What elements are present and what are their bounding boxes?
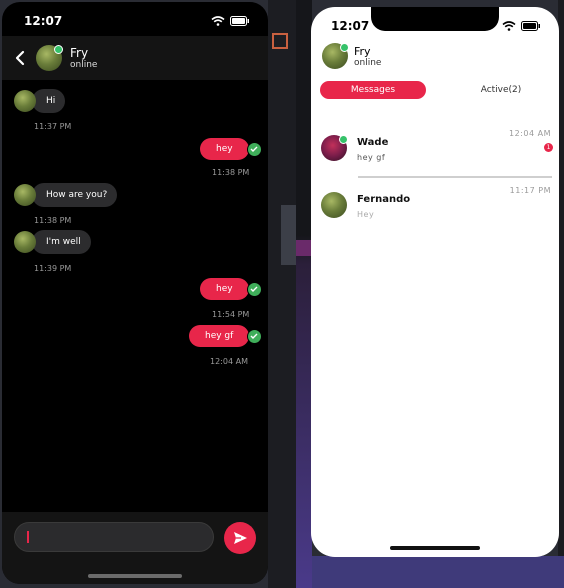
online-indicator	[54, 45, 63, 54]
profile-name: Fry	[354, 45, 371, 58]
avatar	[14, 90, 36, 112]
tab-messages[interactable]: Messages	[320, 81, 426, 99]
battery-icon	[230, 16, 249, 26]
avatar[interactable]	[36, 45, 63, 71]
back-icon[interactable]	[12, 48, 30, 68]
contact-name: Fry	[70, 46, 89, 60]
avatar[interactable]	[322, 43, 349, 69]
desktop-background	[268, 0, 296, 588]
desktop-panel	[281, 205, 296, 265]
message-incoming: Hi	[14, 88, 66, 114]
conversation-item[interactable]: 11:17 PM Fernando Hey	[311, 186, 559, 236]
conversation-name: Fernando	[357, 194, 411, 205]
chat-screen: 12:07 Fry online Hi 11:37 PM hey 11:38 P…	[2, 2, 268, 584]
wifi-icon	[502, 21, 516, 31]
online-indicator	[339, 135, 348, 144]
message-timestamp: 11:38 PM	[212, 168, 250, 177]
checkmark-icon	[246, 281, 262, 297]
conversation-time: 11:17 PM	[509, 186, 551, 195]
status-icons	[211, 16, 250, 26]
message-timestamp: 11:37 PM	[34, 122, 72, 131]
message-bubble: hey	[200, 278, 249, 300]
status-icons	[502, 21, 541, 31]
tab-active[interactable]: Active(2)	[451, 81, 551, 99]
message-timestamp: 11:38 PM	[34, 216, 72, 225]
message-incoming: I'm well	[14, 229, 91, 255]
status-bar: 12:07	[2, 14, 268, 34]
home-indicator	[88, 574, 182, 578]
text-caret	[27, 531, 29, 543]
desktop-background-gradient	[296, 0, 312, 588]
message-incoming: How are you?	[14, 182, 118, 208]
message-outgoing: hey	[200, 278, 262, 300]
battery-icon	[521, 21, 540, 31]
online-indicator	[340, 43, 349, 52]
avatar	[14, 184, 36, 206]
message-outgoing: hey	[200, 138, 262, 160]
message-bubble: hey gf	[189, 325, 250, 347]
divider	[358, 176, 552, 178]
desktop-window-icon	[272, 33, 288, 49]
avatar	[321, 135, 348, 161]
checkmark-icon	[246, 141, 262, 157]
status-time: 12:07	[331, 19, 370, 33]
message-outgoing: hey gf	[189, 325, 263, 347]
conversation-preview: Hey	[357, 210, 375, 219]
contact-status: online	[70, 60, 98, 70]
checkmark-icon	[247, 328, 263, 344]
status-time: 12:07	[24, 14, 63, 28]
conversation-preview: hey gf	[357, 153, 386, 162]
message-bubble: I'm well	[32, 230, 91, 254]
message-bubble: hey	[200, 138, 249, 160]
send-icon	[233, 532, 247, 544]
conversation-item[interactable]: 12:04 AM Wade hey gf 1	[311, 129, 559, 179]
avatar	[321, 192, 347, 218]
message-timestamp: 11:54 PM	[212, 310, 250, 319]
message-composer	[2, 512, 268, 584]
message-timestamp: 11:39 PM	[34, 264, 72, 273]
avatar	[14, 231, 36, 253]
conversation-time: 12:04 AM	[509, 129, 551, 138]
message-timestamp: 12:04 AM	[210, 357, 248, 366]
status-bar: 12:07	[311, 19, 559, 39]
chat-header: Fry online	[2, 36, 268, 80]
profile-status: online	[354, 58, 382, 68]
desktop-wallpaper	[312, 556, 564, 588]
unread-badge: 1	[544, 143, 553, 152]
desktop-panel-accent	[296, 240, 312, 256]
send-button[interactable]	[224, 522, 256, 554]
conversations-screen: 12:07 Fry online Messages Active(2) 12:0…	[311, 7, 559, 557]
message-bubble: How are you?	[32, 183, 118, 207]
message-input[interactable]	[14, 522, 214, 552]
message-bubble: Hi	[32, 89, 66, 113]
conversation-name: Wade	[357, 137, 389, 148]
home-indicator	[390, 546, 480, 550]
wifi-icon	[211, 16, 225, 26]
